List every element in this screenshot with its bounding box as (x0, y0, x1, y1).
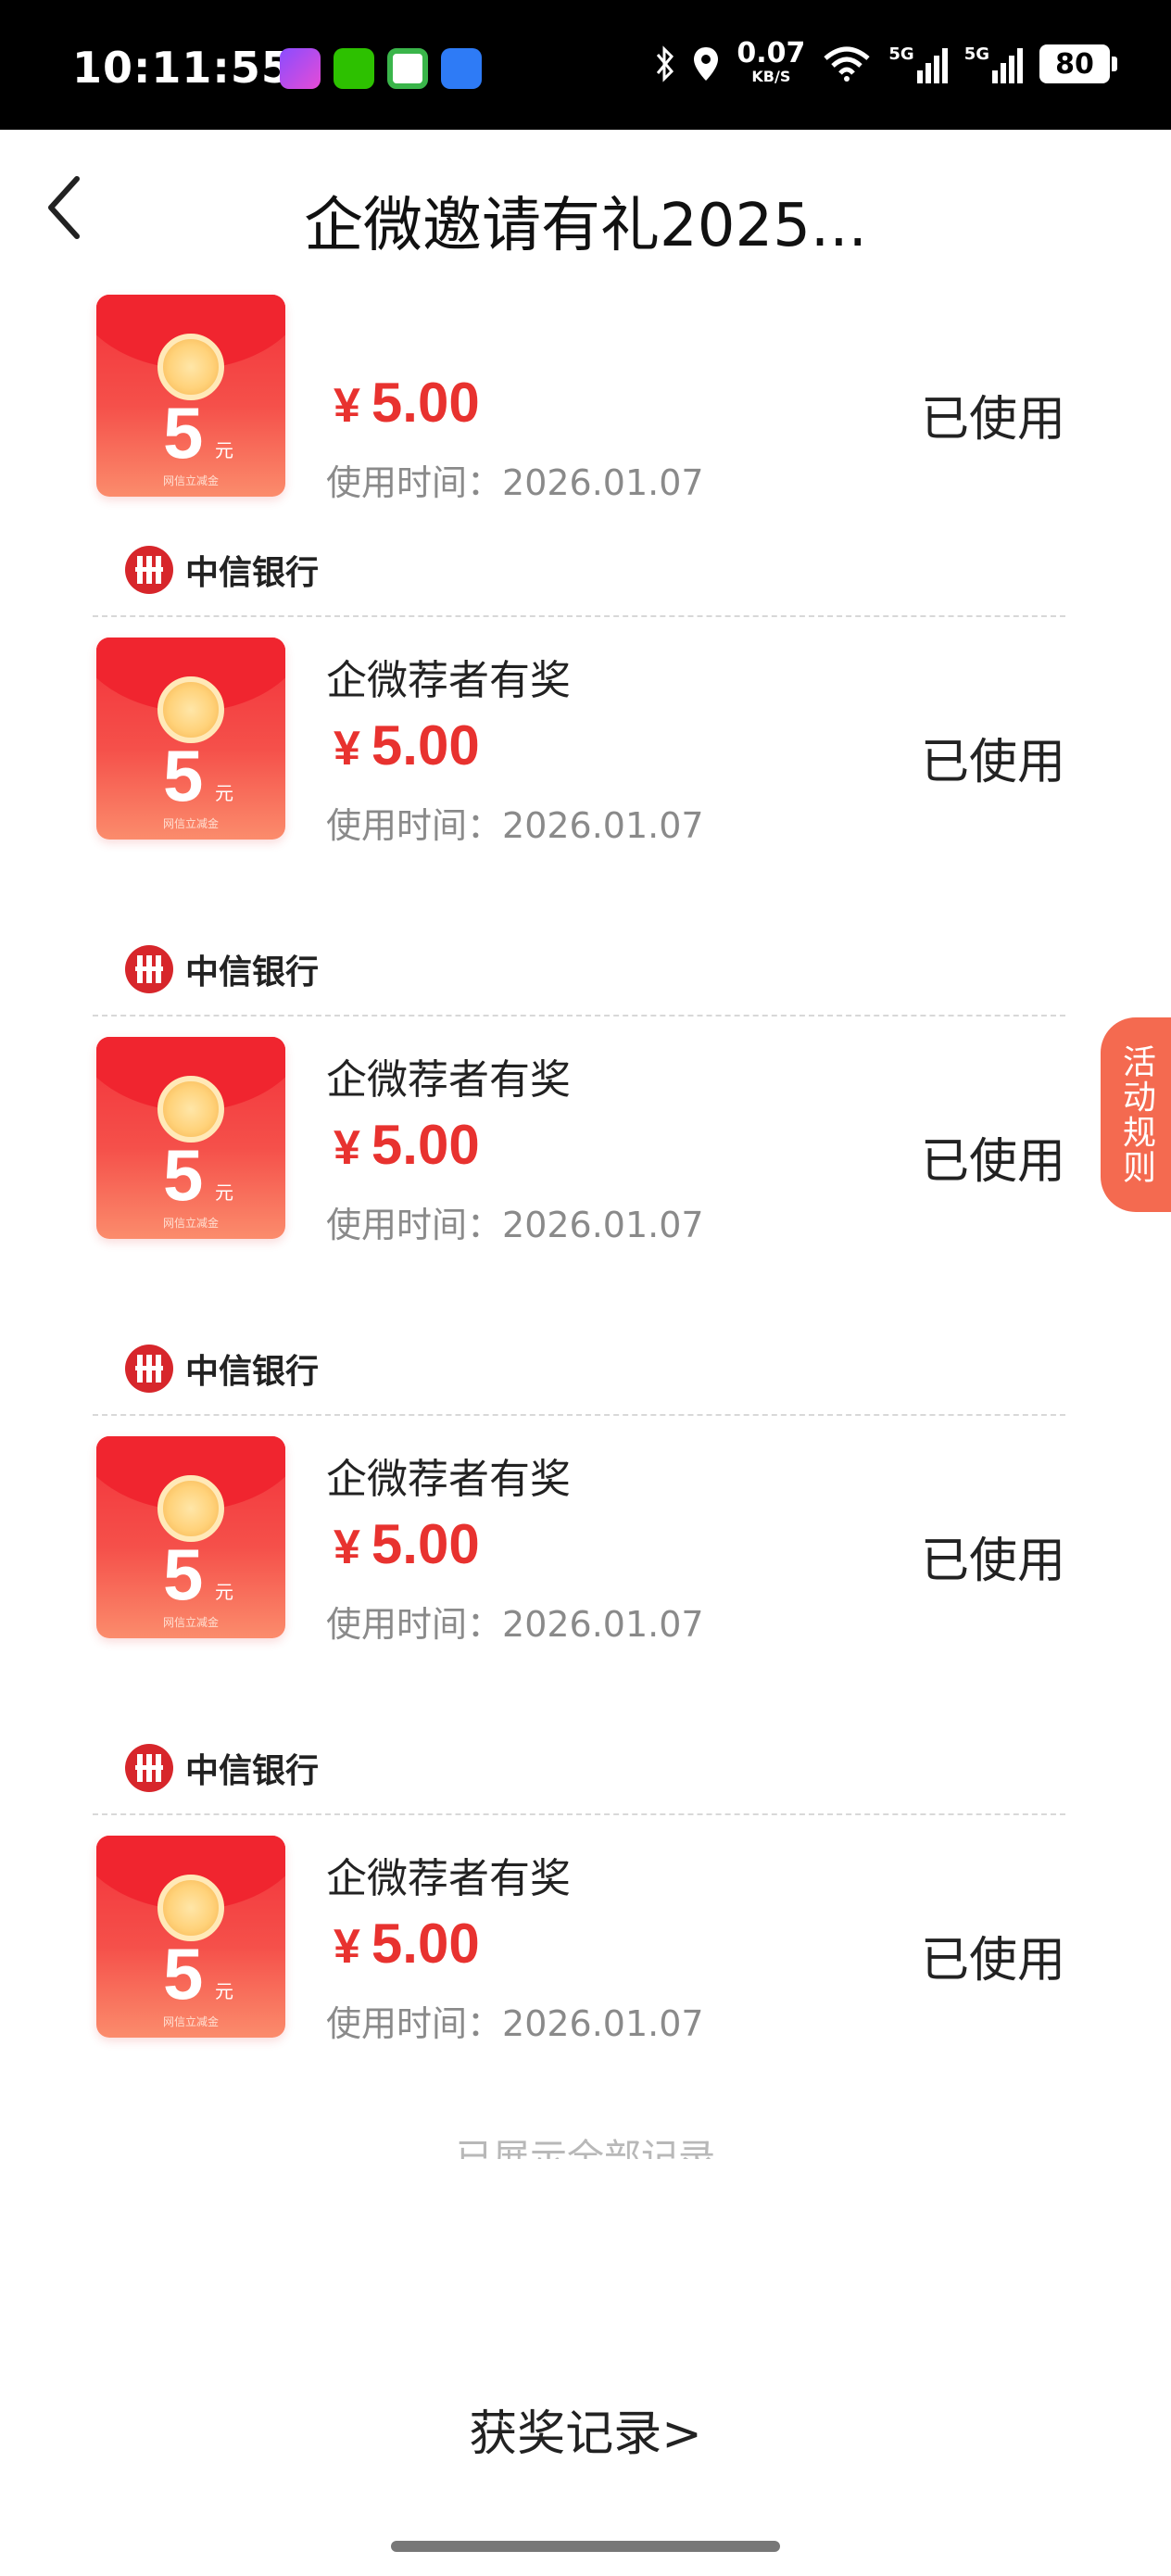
coupon-use-time: 使用时间：2026.01.07 (326, 1604, 704, 1645)
coupon-name: 企微荐者有奖 (326, 1056, 571, 1104)
bank-app-icon (280, 48, 321, 89)
citic-bank-logo-icon (125, 546, 173, 594)
coupon-use-time: 使用时间：2026.01.07 (326, 2003, 704, 2044)
coupon-card[interactable]: 中信银行 5 元 网信立减金 企微荐者有奖 ¥5.00 使用时间：2026.01… (93, 1336, 1065, 1735)
bank-name: 中信银行 (185, 1353, 320, 1391)
coupon-status: 已使用 (920, 1933, 1065, 1989)
divider (93, 1015, 1065, 1017)
location-icon (694, 47, 719, 81)
coupon-status: 已使用 (920, 1534, 1065, 1589)
red-packet-image: 5 元 网信立减金 (96, 1436, 285, 1638)
bluetooth-icon (657, 45, 674, 82)
coupon-card[interactable]: 中信银行 5 元 网信立减金 企微荐者有奖 ¥5.00 使用时间：2026.01… (93, 937, 1065, 1335)
end-of-list-note: 已展示全部记录 (456, 2137, 715, 2159)
coupon-list[interactable]: 5 元 网信立减金 ¥5.00 使用时间：2026.01.07 已使用 中信银行… (0, 289, 1171, 2161)
network-speed: 0.07 KB/S (737, 37, 806, 86)
coupon-status: 已使用 (920, 392, 1065, 448)
coupon-name: 企微荐者有奖 (326, 1456, 571, 1503)
bank-header: 中信银行 (124, 1336, 319, 1401)
video-app-icon (387, 48, 428, 89)
home-indicator[interactable] (391, 2541, 780, 2552)
bank-name: 中信银行 (185, 1752, 320, 1790)
red-packet-image: 5 元 网信立减金 (96, 295, 285, 497)
coupon-amount: ¥5.00 (334, 1513, 480, 1575)
bank-header: 中信银行 (124, 1736, 319, 1800)
bank-header: 中信银行 (124, 937, 319, 1002)
coupon-card[interactable]: 中信银行 5 元 网信立减金 企微荐者有奖 ¥5.00 使用时间：2026.01… (93, 1736, 1065, 2134)
citic-bank-logo-icon (125, 1744, 173, 1792)
citic-bank-logo-icon (125, 945, 173, 993)
coupon-use-time: 使用时间：2026.01.07 (326, 1205, 704, 1245)
status-time: 10:11:55 (72, 43, 292, 93)
activity-rules-label: 活动规则 (1117, 1044, 1155, 1185)
divider (93, 1414, 1065, 1416)
signal-2: 5G (964, 44, 1023, 83)
signal-1: 5G (888, 44, 948, 83)
bank-name: 中信银行 (185, 554, 320, 592)
wifi-icon (824, 46, 871, 82)
divider (93, 1813, 1065, 1815)
coupon-name: 企微荐者有奖 (326, 1855, 571, 1902)
coupon-amount: ¥5.00 (334, 1913, 480, 1975)
bank-name: 中信银行 (185, 953, 320, 991)
notification-icons (280, 48, 482, 89)
coupon-amount: ¥5.00 (334, 1114, 480, 1176)
award-records-link[interactable]: 获奖记录> (0, 2394, 1171, 2464)
nav-header: 企微邀请有礼2025... (0, 130, 1171, 289)
red-packet-image: 5 元 网信立减金 (96, 1836, 285, 2038)
page-title: 企微邀请有礼2025... (304, 192, 867, 260)
coupon-amount: ¥5.00 (334, 714, 480, 777)
coupon-status: 已使用 (920, 1134, 1065, 1190)
citic-bank-logo-icon (125, 1345, 173, 1393)
coupon-use-time: 使用时间：2026.01.07 (326, 805, 704, 846)
status-bar: 10:11:55 0.07 KB/S 5G 5G 80 (0, 0, 1171, 130)
divider (93, 615, 1065, 617)
coupon-use-time: 使用时间：2026.01.07 (326, 462, 704, 503)
status-indicators: 0.07 KB/S 5G 5G 80 (655, 37, 1117, 87)
bank-header: 中信银行 (124, 537, 319, 602)
wechat-icon (334, 48, 374, 89)
red-packet-image: 5 元 网信立减金 (96, 638, 285, 840)
coupon-amount: ¥5.00 (334, 372, 480, 434)
browser-icon (441, 48, 482, 89)
coupon-name: 企微荐者有奖 (326, 657, 571, 704)
battery-indicator: 80 (1039, 44, 1117, 83)
coupon-card[interactable]: 中信银行 5 元 网信立减金 企微荐者有奖 ¥5.00 使用时间：2026.01… (93, 537, 1065, 936)
coupon-status: 已使用 (920, 735, 1065, 790)
activity-rules-tab[interactable]: 活动规则 (1101, 1017, 1171, 1212)
red-packet-image: 5 元 网信立减金 (96, 1037, 285, 1239)
